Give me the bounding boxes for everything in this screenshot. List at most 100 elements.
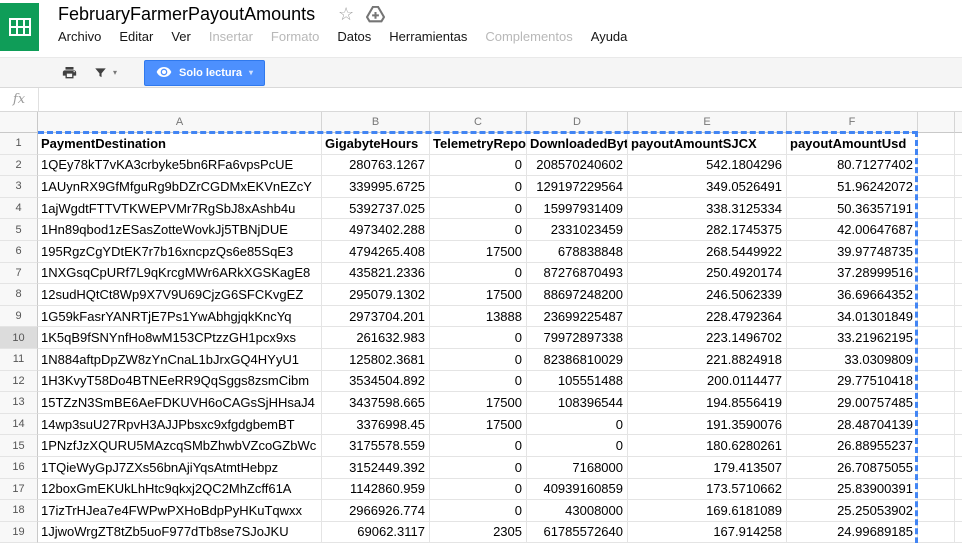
cell[interactable]: 37.28999516 xyxy=(787,262,918,285)
cell[interactable]: 17500 xyxy=(430,284,527,306)
cell[interactable]: 0 xyxy=(430,176,527,198)
cell[interactable]: 12boxGmEKUkLhHtc9qkxj2QC2MhZcff61A xyxy=(38,478,322,501)
cell[interactable]: 3175578.559 xyxy=(322,435,430,457)
cell[interactable]: 1Hn89qbod1zESasZotteWovkJj5TBNjDUE xyxy=(38,219,322,241)
cell[interactable]: 2305 xyxy=(430,521,527,543)
cell[interactable]: 33.0309809 xyxy=(787,348,918,371)
cell[interactable]: 42.00647687 xyxy=(787,219,918,241)
cell[interactable]: 88697248200 xyxy=(527,284,628,306)
cell[interactable]: 23699225487 xyxy=(527,305,628,328)
cell[interactable]: 50.36357191 xyxy=(787,197,918,220)
row-number[interactable]: 17 xyxy=(0,478,38,501)
cell[interactable]: 435821.2336 xyxy=(322,262,430,285)
row-number[interactable]: 1 xyxy=(0,133,38,155)
cell[interactable]: 2973704.201 xyxy=(322,305,430,328)
cell[interactable]: 25.25053902 xyxy=(787,500,918,522)
row-number[interactable]: 14 xyxy=(0,413,38,436)
cell[interactable]: 40939160859 xyxy=(527,478,628,501)
cell[interactable]: 246.5062339 xyxy=(628,284,787,306)
cell[interactable]: 29.77510418 xyxy=(787,370,918,393)
row-number[interactable]: 4 xyxy=(0,197,38,220)
cell[interactable]: 1H3KvyT58Do4BTNEeRR9QqSggs8zsmCibm xyxy=(38,370,322,393)
menu-herramientas[interactable]: Herramientas xyxy=(389,29,467,44)
cell[interactable]: 36.69664352 xyxy=(787,284,918,306)
row-number[interactable]: 5 xyxy=(0,219,38,241)
header-cell[interactable]: payoutAmountSJCX xyxy=(628,133,787,155)
add-to-drive-icon[interactable] xyxy=(365,5,386,28)
cell[interactable]: 29.00757485 xyxy=(787,392,918,414)
cell[interactable]: 167.914258 xyxy=(628,521,787,543)
column-header-c[interactable]: C xyxy=(430,112,527,133)
row-number[interactable]: 15 xyxy=(0,435,38,457)
row-number[interactable]: 3 xyxy=(0,176,38,198)
cell[interactable]: 13888 xyxy=(430,305,527,328)
menu-insertar[interactable]: Insertar xyxy=(209,29,253,44)
cell[interactable]: 1QEy78kT7vKA3crbyke5bn6RFa6vpsPcUE xyxy=(38,154,322,177)
cell[interactable]: 169.6181089 xyxy=(628,500,787,522)
cell[interactable]: 0 xyxy=(430,154,527,177)
select-all-corner[interactable] xyxy=(0,112,38,133)
cell[interactable]: 200.0114477 xyxy=(628,370,787,393)
column-header-f[interactable]: F xyxy=(787,112,918,133)
cell[interactable]: 43008000 xyxy=(527,500,628,522)
header-cell[interactable]: PaymentDestination xyxy=(38,133,322,155)
cell[interactable]: 208570240602 xyxy=(527,154,628,177)
cell[interactable]: 3376998.45 xyxy=(322,413,430,436)
cell[interactable]: 0 xyxy=(430,327,527,349)
cell[interactable]: 0 xyxy=(430,348,527,371)
formula-input[interactable] xyxy=(39,88,962,111)
row-number[interactable]: 9 xyxy=(0,305,38,328)
cell[interactable]: 0 xyxy=(430,262,527,285)
cell[interactable]: 339995.6725 xyxy=(322,176,430,198)
cell[interactable]: 2966926.774 xyxy=(322,500,430,522)
row-number[interactable]: 8 xyxy=(0,284,38,306)
cell[interactable]: 338.3125334 xyxy=(628,197,787,220)
cell[interactable]: 195RgzCgYDtEK7r7b16xncpzQs6e85SqE3 xyxy=(38,240,322,263)
cell[interactable]: 3437598.665 xyxy=(322,392,430,414)
cell[interactable]: 1NXGsqCpURf7L9qKrcgMWr6ARkXGSKagE8 xyxy=(38,262,322,285)
cell[interactable]: 179.413507 xyxy=(628,456,787,479)
cell[interactable]: 125802.3681 xyxy=(322,348,430,371)
cell[interactable]: 295079.1302 xyxy=(322,284,430,306)
header-cell[interactable]: DownloadedByt xyxy=(527,133,628,155)
cell[interactable]: 34.01301849 xyxy=(787,305,918,328)
row-number[interactable]: 10 xyxy=(0,327,38,349)
cell[interactable]: 12sudHQtCt8Wp9X7V9U69CjzG6SFCKvgEZ xyxy=(38,284,322,306)
cell[interactable]: 17500 xyxy=(430,392,527,414)
menu-archivo[interactable]: Archivo xyxy=(58,29,101,44)
cell[interactable]: 39.97748735 xyxy=(787,240,918,263)
cell[interactable]: 1K5qB9fSNYnfHo8wM153CPtzzGH1pcx9xs xyxy=(38,327,322,349)
cell[interactable]: 223.1496702 xyxy=(628,327,787,349)
cell[interactable]: 26.70875055 xyxy=(787,456,918,479)
cell[interactable]: 5392737.025 xyxy=(322,197,430,220)
cell[interactable]: 3534504.892 xyxy=(322,370,430,393)
row-number[interactable]: 18 xyxy=(0,500,38,522)
menu-ver[interactable]: Ver xyxy=(171,29,191,44)
menu-editar[interactable]: Editar xyxy=(119,29,153,44)
filter-dropdown-caret-icon[interactable]: ▾ xyxy=(113,68,117,77)
cell[interactable]: 82386810029 xyxy=(527,348,628,371)
cell[interactable]: 28.48704139 xyxy=(787,413,918,436)
column-header-e[interactable]: E xyxy=(628,112,787,133)
cell[interactable]: 1PNzfJzXQURU5MAzcqSMbZhwbVZcoGZbWc xyxy=(38,435,322,457)
cell[interactable]: 282.1745375 xyxy=(628,219,787,241)
cell[interactable]: 0 xyxy=(527,435,628,457)
cell[interactable]: 542.1804296 xyxy=(628,154,787,177)
cell[interactable]: 33.21962195 xyxy=(787,327,918,349)
cell[interactable]: 0 xyxy=(430,197,527,220)
cell[interactable]: 0 xyxy=(430,435,527,457)
cell[interactable]: 15TZzN3SmBE6AeFDKUVH6oCAGsSjHHsaJ4 xyxy=(38,392,322,414)
cell[interactable]: 108396544 xyxy=(527,392,628,414)
cell[interactable]: 17izTrHJea7e4FWPwPXHoBdpPyHKuTqwxx xyxy=(38,500,322,522)
star-icon[interactable]: ☆ xyxy=(338,3,354,25)
document-title[interactable]: FebruaryFarmerPayoutAmounts xyxy=(58,4,315,25)
row-number[interactable]: 6 xyxy=(0,240,38,263)
cell[interactable]: 17500 xyxy=(430,413,527,436)
row-number[interactable]: 13 xyxy=(0,392,38,414)
cell[interactable]: 250.4920174 xyxy=(628,262,787,285)
column-header-a[interactable]: A xyxy=(38,112,322,133)
header-cell[interactable]: TelemetryRepor xyxy=(430,133,527,155)
cell[interactable]: 0 xyxy=(527,413,628,436)
print-button[interactable] xyxy=(61,65,78,81)
cell[interactable]: 87276870493 xyxy=(527,262,628,285)
